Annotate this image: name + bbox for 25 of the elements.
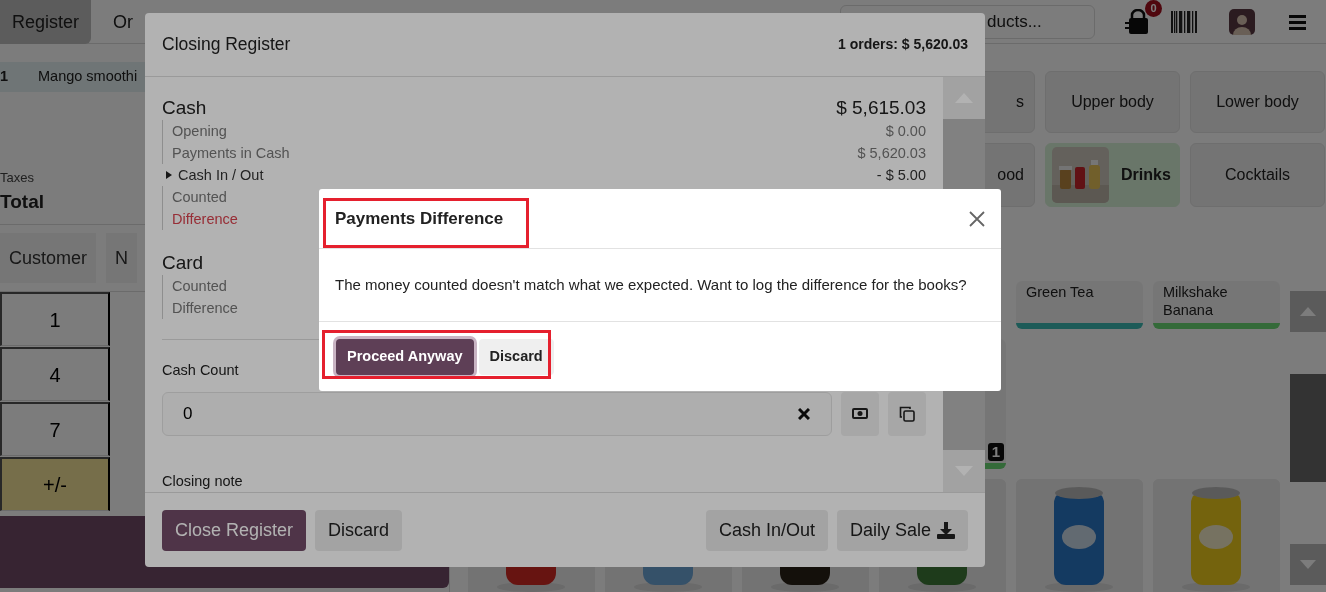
total-label: Total <box>0 189 44 214</box>
section-amount: $ 5,615.03 <box>836 96 926 120</box>
row-value: $ 0.00 <box>885 122 926 141</box>
product-name: Mango smoothi <box>38 67 138 87</box>
dialog-title: Payments Difference <box>335 207 504 230</box>
row-label: Opening <box>172 122 227 141</box>
taxes-label: Taxes <box>0 169 34 187</box>
product-name: Milkshake Banana <box>1163 284 1228 318</box>
row-label: Payments in Cash <box>172 144 290 163</box>
row-label: Counted <box>172 188 227 207</box>
quantity-badge: 1 <box>987 443 1004 461</box>
orders-summary: 1 orders: $ 5,620.03 <box>838 35 968 54</box>
quantity: 1 <box>0 67 10 87</box>
count-badge: 0 <box>1145 0 1162 17</box>
product-name: Green Tea <box>1026 284 1094 300</box>
modal-title: Closing Register <box>162 33 291 57</box>
dialog-message: The money counted doesn't match what we expected. Want to log the difference for the books? <box>335 274 967 295</box>
section-title: Card <box>162 251 204 275</box>
field-label: Closing note <box>162 471 244 491</box>
section-title: Cash <box>162 96 207 120</box>
row-label: Difference <box>172 210 238 229</box>
row-value: $ 5,620.03 <box>857 144 926 163</box>
row-label: Counted <box>172 277 227 296</box>
row-value: - $ 5.00 <box>876 166 926 185</box>
row-label: Difference <box>172 299 238 318</box>
